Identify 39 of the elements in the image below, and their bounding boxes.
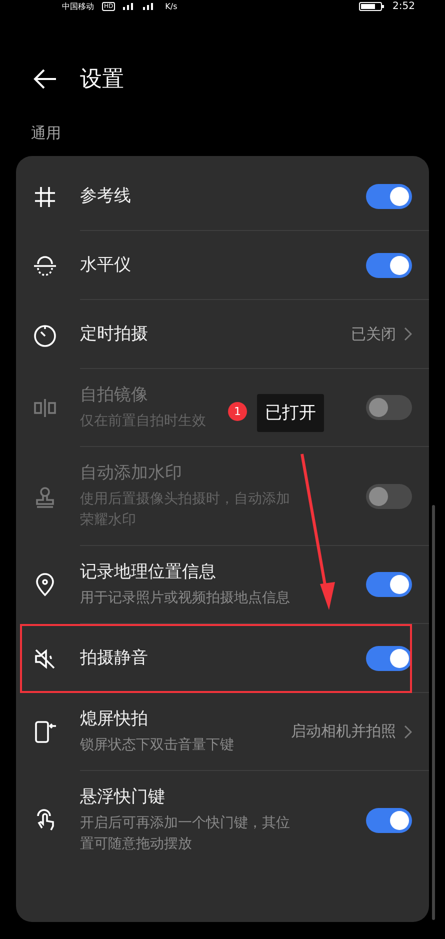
setting-label: 水平仪 bbox=[80, 254, 131, 277]
network-speed: K/s bbox=[165, 2, 178, 10]
phone-icon bbox=[33, 720, 57, 744]
battery-icon bbox=[358, 2, 385, 10]
back-arrow-icon[interactable] bbox=[33, 68, 57, 90]
toggle-switch[interactable] bbox=[366, 572, 412, 597]
setting-label: 悬浮快门键 bbox=[80, 786, 165, 809]
chevron-right-icon bbox=[404, 327, 412, 341]
callout-label: 已打开 bbox=[257, 394, 324, 432]
carrier-name: 中国移动 bbox=[62, 0, 94, 12]
toggle-switch[interactable] bbox=[366, 808, 412, 832]
page-title: 设置 bbox=[80, 66, 124, 94]
chevron-right-icon bbox=[404, 724, 412, 738]
timer-icon bbox=[33, 322, 57, 346]
mirror-icon bbox=[33, 396, 57, 420]
setting-value[interactable]: 已关闭 bbox=[351, 324, 396, 344]
clock-time: 2:52 bbox=[392, 0, 415, 12]
setting-value[interactable]: 启动相机并拍照 bbox=[291, 722, 396, 741]
setting-description: 使用后置摄像头拍摄时，自动添加荣耀水印 bbox=[80, 490, 291, 530]
setting-description: 开启后可再添加一个快门键，其位置可随意拖动摆放 bbox=[80, 814, 291, 854]
setting-description: 锁屏状态下双击音量下键 bbox=[80, 736, 234, 755]
location-pin-icon bbox=[33, 573, 57, 597]
setting-label: 定时拍摄 bbox=[80, 323, 148, 346]
setting-label: 记录地理位置信息 bbox=[80, 561, 216, 584]
setting-label: 拍摄静音 bbox=[80, 647, 148, 670]
stamp-icon bbox=[33, 484, 57, 508]
setting-description: 用于记录照片或视频拍摄地点信息 bbox=[80, 589, 290, 608]
toggle-switch[interactable] bbox=[366, 646, 412, 670]
setting-description: 仅在前置自拍时生效 bbox=[80, 412, 206, 431]
setting-label: 自动添加水印 bbox=[80, 462, 182, 485]
toggle-switch[interactable] bbox=[366, 252, 412, 278]
section-title: 通用 bbox=[30, 123, 62, 144]
mute-icon bbox=[33, 646, 57, 670]
setting-label: 熄屏快拍 bbox=[80, 708, 148, 731]
level-icon bbox=[33, 254, 57, 278]
grid-icon bbox=[33, 184, 57, 208]
setting-label: 自拍镜像 bbox=[80, 384, 148, 407]
setting-label: 参考线 bbox=[80, 185, 131, 208]
toggle-switch[interactable] bbox=[366, 184, 412, 208]
